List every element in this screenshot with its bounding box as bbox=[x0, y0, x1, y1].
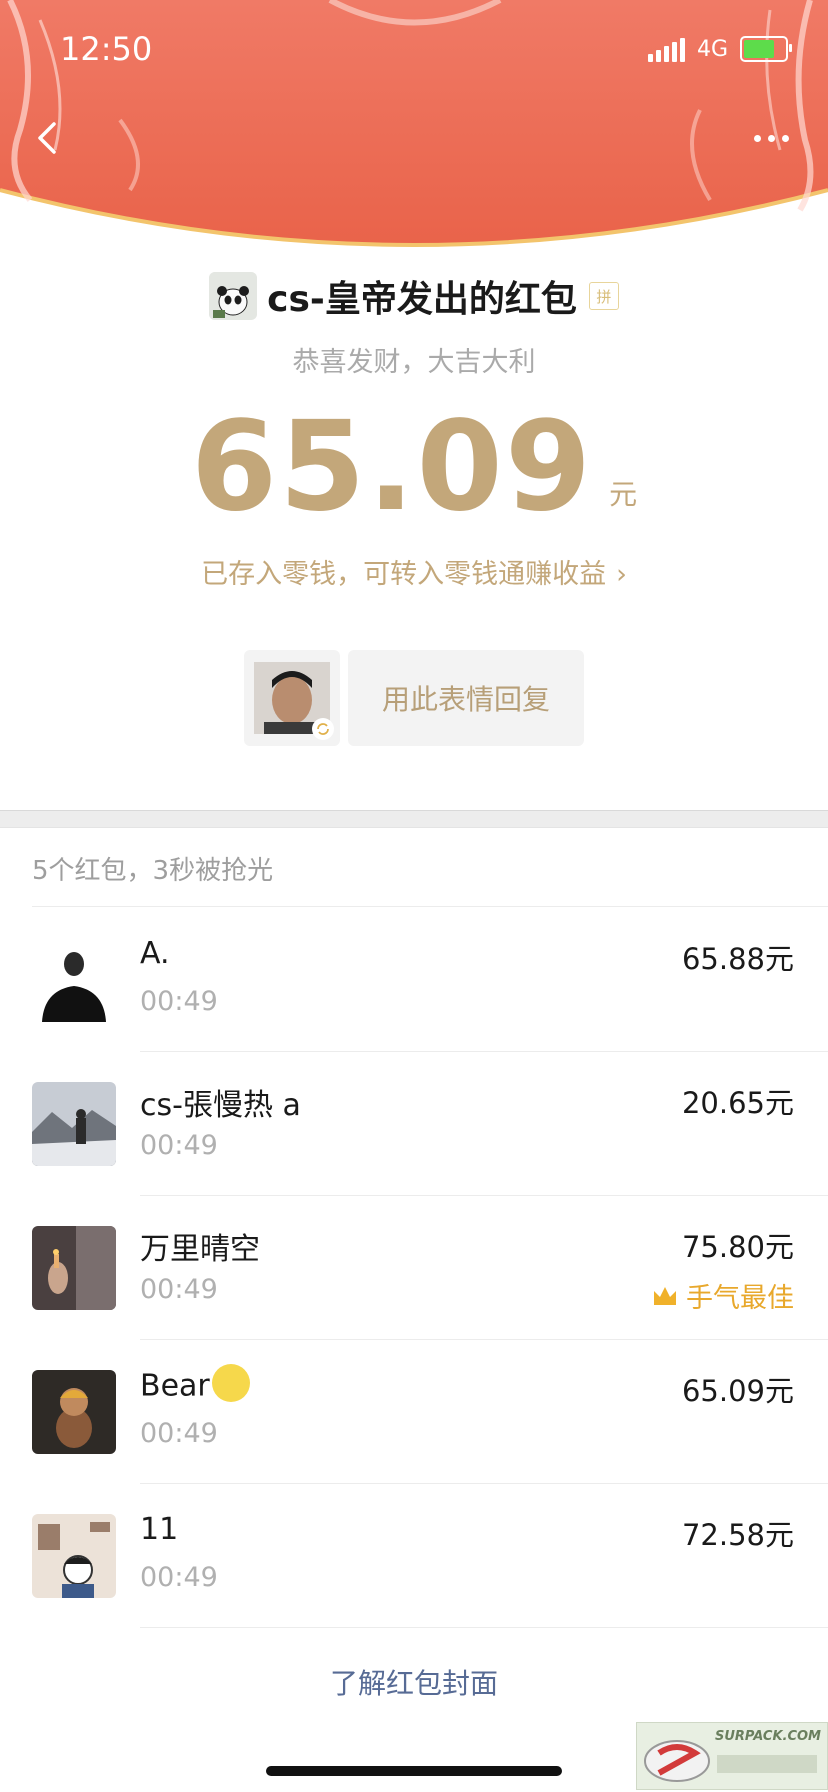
best-luck-label: 手气最佳 bbox=[686, 1283, 794, 1314]
back-button[interactable] bbox=[28, 118, 68, 158]
claim-time: 00:49 bbox=[140, 1418, 218, 1449]
list-item[interactable]: A. 00:49 65.88元 bbox=[0, 908, 828, 1052]
pin-badge: 拼 bbox=[588, 282, 619, 310]
avatar[interactable] bbox=[32, 1226, 116, 1310]
list-item[interactable]: cs-張慢热 a 00:49 20.65元 bbox=[0, 1052, 828, 1196]
recipient-name: 11 bbox=[140, 1512, 179, 1547]
recipient-name: cs-張慢热 a bbox=[140, 1088, 301, 1123]
blessing-text: 恭喜发财，大吉大利 bbox=[292, 347, 536, 378]
more-button[interactable] bbox=[754, 126, 798, 150]
battery-icon bbox=[740, 36, 792, 62]
claim-time: 00:49 bbox=[140, 986, 218, 1017]
person-avatar-icon bbox=[32, 938, 116, 1022]
hand-lighter-avatar-icon bbox=[32, 1226, 116, 1310]
claim-amount: 75.80元 bbox=[681, 1230, 794, 1264]
watermark-logo: SURPACK.COM bbox=[636, 1722, 828, 1790]
recipient-name: 万里晴空 bbox=[140, 1232, 260, 1267]
section-divider bbox=[0, 810, 828, 828]
claim-summary: 5个红包，3秒被抢光 bbox=[32, 856, 274, 886]
avatar[interactable] bbox=[32, 938, 116, 1022]
sticker-reply-row: 用此表情回复 bbox=[244, 650, 584, 746]
received-amount: 65.09 元 bbox=[0, 405, 828, 529]
avatar[interactable] bbox=[32, 1082, 116, 1166]
claim-time: 00:49 bbox=[140, 1562, 218, 1593]
divider bbox=[140, 1627, 828, 1628]
recipient-name: Bear bbox=[140, 1364, 250, 1406]
sticker-thumbnail[interactable] bbox=[244, 650, 340, 746]
learn-cover-link[interactable]: 了解红包封面 bbox=[0, 1662, 828, 1702]
change-note-link[interactable]: 已存入零钱，可转入零钱通赚收益 › bbox=[0, 552, 828, 591]
chevron-left-icon bbox=[38, 122, 56, 154]
crown-icon bbox=[654, 1286, 676, 1305]
panda-avatar-icon bbox=[209, 272, 258, 320]
status-indicators: 4G bbox=[647, 36, 792, 62]
status-bar: 12:50 4G bbox=[0, 0, 828, 100]
divider bbox=[32, 906, 828, 907]
claim-time: 00:49 bbox=[140, 1130, 218, 1161]
amount-value: 65.09 bbox=[190, 395, 594, 539]
claim-amount: 65.88元 bbox=[681, 942, 794, 976]
avatar[interactable] bbox=[32, 1370, 116, 1454]
claim-time: 00:49 bbox=[140, 1274, 218, 1305]
sender-avatar[interactable] bbox=[209, 272, 258, 320]
network-label: 4G bbox=[696, 36, 728, 62]
recipient-name: A. bbox=[140, 936, 170, 971]
list-item[interactable]: Bear 00:49 65.09元 bbox=[0, 1340, 828, 1484]
claim-amount: 20.65元 bbox=[681, 1086, 794, 1120]
change-note-text: 已存入零钱，可转入零钱通赚收益 bbox=[201, 559, 607, 590]
chevron-right-icon: › bbox=[616, 559, 627, 590]
amount-unit: 元 bbox=[609, 478, 638, 511]
refresh-icon[interactable] bbox=[312, 718, 334, 740]
reply-with-sticker-button[interactable]: 用此表情回复 bbox=[348, 650, 584, 746]
recipient-list: A. 00:49 65.88元 cs-張慢热 a 00:49 20.65元 万里… bbox=[0, 908, 828, 1628]
mountain-avatar-icon bbox=[32, 1082, 116, 1166]
status-time: 12:50 bbox=[60, 30, 153, 68]
best-luck-badge: 手气最佳 bbox=[652, 1276, 794, 1315]
sender-row: cs-皇帝发出的红包 拼 bbox=[0, 270, 828, 322]
watermark-text: SURPACK.COM bbox=[714, 1729, 821, 1744]
moon-face-emoji-icon bbox=[211, 1364, 250, 1402]
sender-title: cs-皇帝发出的红包 bbox=[267, 279, 577, 320]
list-item[interactable]: 11 00:49 72.58元 bbox=[0, 1484, 828, 1628]
signal-icon bbox=[647, 36, 685, 62]
cartoon-avatar-icon bbox=[32, 1514, 116, 1598]
bear-avatar-icon bbox=[32, 1370, 116, 1454]
claim-amount: 65.09元 bbox=[681, 1374, 794, 1408]
home-indicator[interactable] bbox=[266, 1766, 562, 1776]
more-dots-icon bbox=[754, 134, 761, 142]
avatar[interactable] bbox=[32, 1514, 116, 1598]
claim-amount: 72.58元 bbox=[681, 1518, 794, 1552]
list-item[interactable]: 万里晴空 00:49 75.80元 手气最佳 bbox=[0, 1196, 828, 1340]
